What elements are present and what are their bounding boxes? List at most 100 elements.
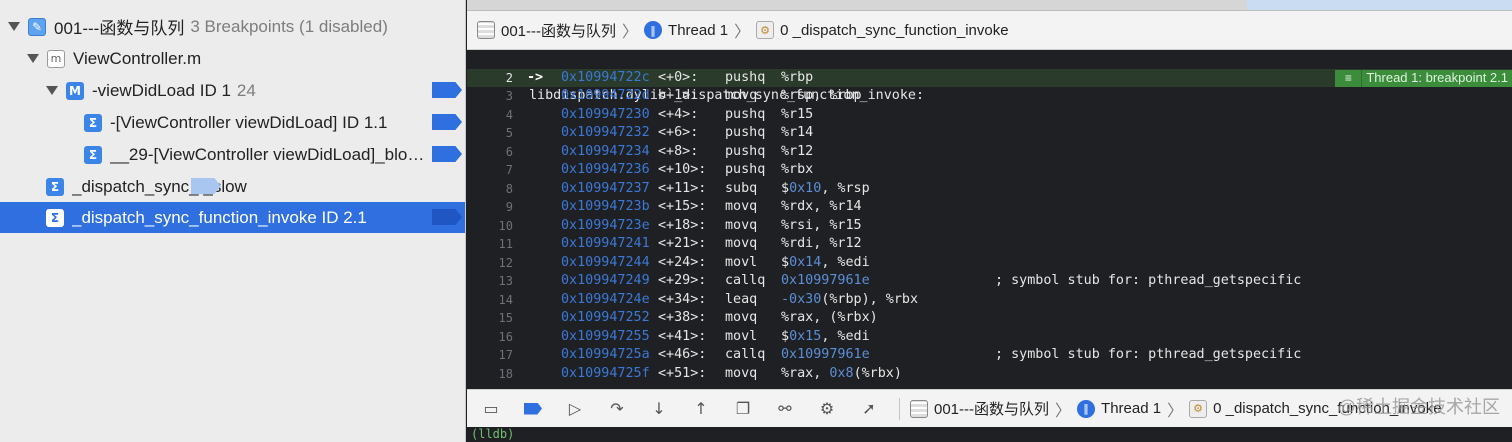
instruction-address: 0x109947241 [561, 236, 650, 251]
instruction-address: 0x10994725f [561, 365, 650, 381]
instruction-offset: <+34>: [658, 291, 707, 307]
symbol-icon: Σ [46, 208, 64, 227]
instruction-mnemonic: callq [725, 347, 766, 362]
lldb-console[interactable]: (lldb) [467, 427, 1512, 442]
jumpbar-frame[interactable]: 0 _dispatch_sync_function_invoke [780, 22, 1009, 39]
instruction-address: 0x10994723e [561, 217, 650, 233]
thread-indicator-label: Thread 1: breakpoint 2.1 [1366, 69, 1508, 85]
breakpoint-count: 3 Breakpoints (1 disabled) [190, 16, 388, 36]
step-over-icon[interactable]: ↷ [605, 397, 629, 421]
instruction-operands: %r15 [781, 106, 814, 122]
instruction-offset: <+0>: [658, 69, 699, 85]
debugbar-project[interactable]: 001---函数与队列 [934, 398, 1049, 419]
thread-icon: ‖ [644, 21, 663, 39]
symbol-icon: Σ [84, 113, 102, 132]
disclosure-triangle-icon[interactable] [8, 22, 20, 31]
instruction-offset: <+41>: [658, 328, 707, 344]
instruction-operands: %rax, (%rbx) [781, 310, 878, 325]
instruction-offset: <+46>: [658, 347, 707, 362]
project-icon [910, 399, 928, 418]
instruction-mnemonic: pushq [725, 143, 766, 159]
tab-bar [467, 0, 1512, 11]
chevron-right-icon: 〉 [622, 24, 639, 41]
step-out-icon[interactable]: ↑ [689, 397, 713, 421]
lldb-prompt: (lldb) [471, 427, 515, 441]
debugbar-thread[interactable]: Thread 1 [1101, 400, 1161, 417]
code-line: 6 0x109947234 <+8>: pushq %r12 [467, 143, 1512, 162]
instruction-mnemonic: movq [725, 365, 758, 381]
instruction-address: 0x109947236 [561, 162, 650, 177]
simulate-location-icon[interactable]: ➚ [857, 397, 881, 421]
instruction-address: 0x10994722c [561, 69, 650, 85]
instruction-mnemonic: pushq [725, 106, 766, 122]
child-breakpoint-row[interactable]: Σ -[ViewController viewDidLoad] ID 1.1 [0, 107, 465, 138]
disclosure-triangle-icon[interactable] [46, 86, 58, 95]
line-number: 14 [498, 292, 513, 307]
breakpoint-icon[interactable] [432, 209, 462, 225]
file-row[interactable]: m ViewController.m [0, 43, 465, 74]
instruction-mnemonic: pushq [725, 125, 766, 140]
breakpoint-navigator: ✎ 001---函数与队列 3 Breakpoints (1 disabled)… [0, 0, 466, 442]
jumpbar-project[interactable]: 001---函数与队列 [501, 20, 616, 41]
disclosure-triangle-icon[interactable] [27, 54, 39, 63]
instruction-address: 0x109947232 [561, 125, 650, 140]
instruction-operands: %rsp, %rbp [781, 88, 862, 103]
code-line: 13 0x109947249 <+29>: callq 0x10997961e ; sym… [467, 272, 1512, 291]
breakpoint-icon[interactable] [432, 146, 462, 162]
breakpoints-toggle-icon[interactable] [521, 397, 545, 421]
line-number: 17 [498, 348, 513, 362]
instruction-address: 0x109947230 [561, 106, 650, 122]
jumpbar-thread[interactable]: Thread 1 [668, 22, 728, 39]
watermark: @稀土掘金技术社区 [1337, 397, 1500, 417]
file-label: ViewController.m [73, 48, 202, 68]
instruction-mnemonic: movq [725, 88, 758, 103]
memory-graph-icon[interactable]: ⚯ [773, 397, 797, 421]
instruction-address: 0x10994723b [561, 199, 650, 214]
code-line: 7 0x109947236 <+10>: pushq %rbx [467, 161, 1512, 180]
instruction-operands: $0x14, %edi [781, 254, 870, 270]
thread-indicator[interactable]: ≡ Thread 1: breakpoint 2.1 [1335, 69, 1512, 87]
symbol-icon: Σ [46, 177, 64, 196]
instruction-mnemonic: movq [725, 236, 758, 251]
breakpoint-icon[interactable] [432, 114, 462, 130]
continue-icon[interactable]: ▷ [563, 397, 587, 421]
line-number: 15 [498, 311, 513, 325]
current-instruction-line: 2 -> 0x10994722c <+0>: pushq %rbp ≡ Thread 1: b… [467, 68, 1512, 87]
environment-overrides-icon[interactable]: ⚙ [815, 397, 839, 421]
view-hierarchy-icon[interactable]: ❐ [731, 397, 755, 421]
code-line: 5 0x109947232 <+6>: pushq %r14 [467, 124, 1512, 143]
line-number: 24 [236, 80, 256, 100]
instruction-operands: %r14 [781, 125, 814, 140]
instruction-offset: <+11>: [658, 180, 707, 196]
instruction-operands: %rbp [781, 69, 814, 85]
line-number: 8 [505, 181, 513, 196]
line-number: 7 [505, 163, 513, 177]
instruction-operands: %r12 [781, 143, 814, 159]
method-label: -viewDidLoad ID 1 [92, 80, 231, 100]
instruction-offset: <+4>: [658, 106, 699, 122]
instruction-mnemonic: movq [725, 217, 758, 233]
child-breakpoint-row[interactable]: Σ __29-[ViewController viewDidLoad]_bloc… [0, 139, 465, 170]
instruction-offset: <+21>: [658, 236, 707, 251]
instruction-offset: <+18>: [658, 217, 707, 233]
hide-debug-area-icon[interactable]: ▭ [479, 397, 503, 421]
instruction-operands: %rax, 0x8(%rbx) [781, 365, 902, 381]
symbol-breakpoint-row-selected[interactable]: Σ _dispatch_sync_function_invoke ID 2.1 [0, 202, 465, 233]
step-into-icon[interactable]: ↓ [647, 397, 671, 421]
method-breakpoint-row[interactable]: M -viewDidLoad ID 1 24 [0, 75, 465, 106]
symbol-breakpoint-row[interactable]: Σ _dispatch_sync_f_slow [0, 171, 465, 202]
line-number: 12 [498, 255, 513, 270]
active-tab[interactable] [1247, 0, 1512, 10]
chevron-right-icon: 〉 [1055, 402, 1072, 420]
project-row[interactable]: ✎ 001---函数与队列 3 Breakpoints (1 disabled) [0, 11, 465, 42]
code-line: 1 libdispatch.dylib`_dispatch_sync_funct… [467, 50, 1512, 104]
related-items-icon[interactable] [477, 21, 495, 39]
breakpoint-icon[interactable] [432, 82, 462, 98]
code-line: 14 0x10994724e <+34>: leaq -0x30(%rbp), %rbx [467, 291, 1512, 310]
instruction-address: 0x109947237 [561, 180, 650, 196]
instruction-operands: %rbx [781, 162, 814, 177]
code-line: 12 0x109947244 <+24>: movl $0x14, %edi [467, 254, 1512, 273]
disassembly-editor[interactable]: 1 libdispatch.dylib`_dispatch_sync_funct… [467, 50, 1512, 389]
instruction-mnemonic: movq [725, 310, 758, 325]
line-number: 18 [498, 366, 513, 381]
